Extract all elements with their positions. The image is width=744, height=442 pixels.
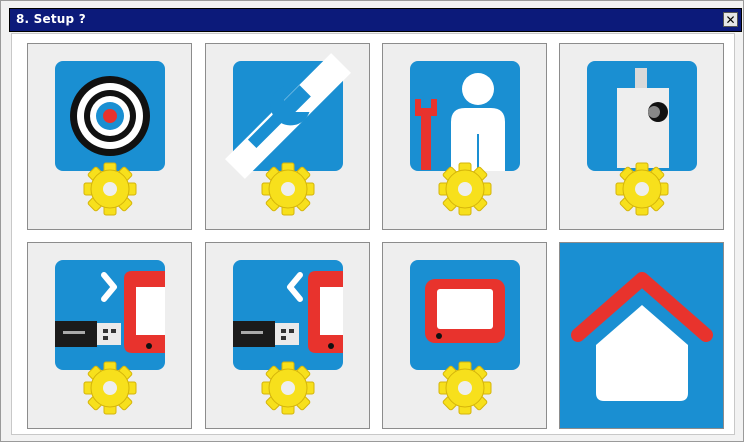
- screen-gear-icon: [410, 260, 520, 415]
- home-icon: [571, 272, 713, 401]
- tile-home[interactable]: [559, 242, 724, 429]
- close-icon: ✕: [725, 12, 736, 27]
- tile-usb-import[interactable]: [205, 242, 370, 429]
- usb-import-gear-icon: [233, 260, 343, 415]
- close-button[interactable]: ✕: [723, 12, 738, 27]
- tile-target-setup[interactable]: [27, 43, 192, 230]
- window-title: 8. Setup ?: [16, 12, 86, 26]
- camera-gear-icon: [587, 61, 697, 216]
- tile-usb-export[interactable]: [27, 242, 192, 429]
- setup-window: 8. Setup ? ✕: [0, 0, 744, 442]
- title-bar: 8. Setup ? ✕: [9, 8, 742, 32]
- wrench-gear-icon: [225, 53, 351, 216]
- tile-camera-setup[interactable]: [559, 43, 724, 230]
- target-gear-icon: [55, 61, 165, 216]
- usb-export-gear-icon: [55, 260, 165, 415]
- tile-user-setup[interactable]: [382, 43, 547, 230]
- tile-service-setup[interactable]: [205, 43, 370, 230]
- tile-grid: [11, 33, 735, 435]
- user-wrench-gear-icon: [410, 61, 520, 216]
- tile-display-setup[interactable]: [382, 242, 547, 429]
